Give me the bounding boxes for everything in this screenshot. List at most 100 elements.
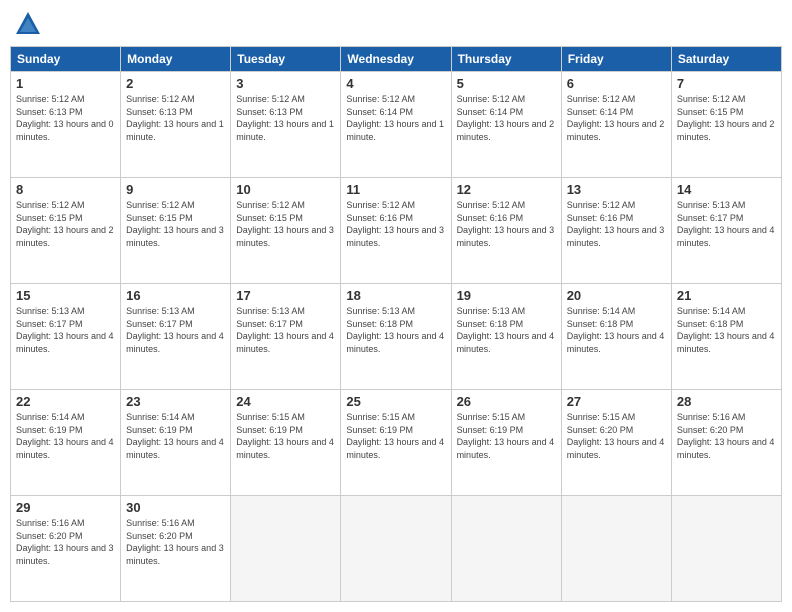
day-cell-5: 5 Sunrise: 5:12 AM Sunset: 6:14 PM Dayli… [451, 72, 561, 178]
day-number: 9 [126, 182, 225, 197]
day-cell-10: 10 Sunrise: 5:12 AM Sunset: 6:15 PM Dayl… [231, 178, 341, 284]
sunset-label: Sunset: 6:17 PM [126, 319, 193, 329]
day-cell-16: 16 Sunrise: 5:13 AM Sunset: 6:17 PM Dayl… [121, 284, 231, 390]
day-cell-8: 8 Sunrise: 5:12 AM Sunset: 6:15 PM Dayli… [11, 178, 121, 284]
daylight-label: Daylight: 13 hours and 4 minutes. [236, 331, 334, 354]
day-number: 24 [236, 394, 335, 409]
day-number: 3 [236, 76, 335, 91]
sunrise-label: Sunrise: 5:12 AM [677, 94, 746, 104]
day-info: Sunrise: 5:12 AM Sunset: 6:16 PM Dayligh… [567, 199, 666, 249]
sunrise-label: Sunrise: 5:12 AM [567, 200, 636, 210]
sunset-label: Sunset: 6:19 PM [126, 425, 193, 435]
sunset-label: Sunset: 6:17 PM [236, 319, 303, 329]
day-number: 19 [457, 288, 556, 303]
sunset-label: Sunset: 6:20 PM [16, 531, 83, 541]
sunrise-label: Sunrise: 5:13 AM [126, 306, 195, 316]
sunrise-label: Sunrise: 5:13 AM [457, 306, 526, 316]
sunrise-label: Sunrise: 5:13 AM [236, 306, 305, 316]
day-info: Sunrise: 5:12 AM Sunset: 6:14 PM Dayligh… [457, 93, 556, 143]
daylight-label: Daylight: 13 hours and 4 minutes. [126, 437, 224, 460]
sunset-label: Sunset: 6:19 PM [346, 425, 413, 435]
sunset-label: Sunset: 6:18 PM [457, 319, 524, 329]
sunrise-label: Sunrise: 5:13 AM [677, 200, 746, 210]
day-info: Sunrise: 5:14 AM Sunset: 6:19 PM Dayligh… [126, 411, 225, 461]
day-number: 5 [457, 76, 556, 91]
sunset-label: Sunset: 6:18 PM [346, 319, 413, 329]
sunrise-label: Sunrise: 5:16 AM [16, 518, 85, 528]
sunrise-label: Sunrise: 5:12 AM [457, 200, 526, 210]
sunrise-label: Sunrise: 5:12 AM [16, 94, 85, 104]
day-cell-27: 27 Sunrise: 5:15 AM Sunset: 6:20 PM Dayl… [561, 390, 671, 496]
day-cell-7: 7 Sunrise: 5:12 AM Sunset: 6:15 PM Dayli… [671, 72, 781, 178]
daylight-label: Daylight: 13 hours and 4 minutes. [457, 437, 555, 460]
day-info: Sunrise: 5:12 AM Sunset: 6:13 PM Dayligh… [16, 93, 115, 143]
sunset-label: Sunset: 6:19 PM [16, 425, 83, 435]
daylight-label: Daylight: 13 hours and 4 minutes. [16, 437, 114, 460]
daylight-label: Daylight: 13 hours and 4 minutes. [236, 437, 334, 460]
day-cell-2: 2 Sunrise: 5:12 AM Sunset: 6:13 PM Dayli… [121, 72, 231, 178]
sunset-label: Sunset: 6:19 PM [236, 425, 303, 435]
header [10, 10, 782, 38]
weekday-header-friday: Friday [561, 47, 671, 72]
day-cell-15: 15 Sunrise: 5:13 AM Sunset: 6:17 PM Dayl… [11, 284, 121, 390]
sunrise-label: Sunrise: 5:12 AM [567, 94, 636, 104]
empty-cell [671, 496, 781, 602]
daylight-label: Daylight: 13 hours and 4 minutes. [677, 331, 775, 354]
day-info: Sunrise: 5:12 AM Sunset: 6:14 PM Dayligh… [567, 93, 666, 143]
daylight-label: Daylight: 13 hours and 3 minutes. [16, 543, 114, 566]
sunset-label: Sunset: 6:15 PM [236, 213, 303, 223]
day-number: 30 [126, 500, 225, 515]
sunrise-label: Sunrise: 5:12 AM [236, 94, 305, 104]
day-info: Sunrise: 5:15 AM Sunset: 6:19 PM Dayligh… [236, 411, 335, 461]
sunset-label: Sunset: 6:20 PM [567, 425, 634, 435]
sunrise-label: Sunrise: 5:13 AM [346, 306, 415, 316]
empty-cell [561, 496, 671, 602]
day-cell-30: 30 Sunrise: 5:16 AM Sunset: 6:20 PM Dayl… [121, 496, 231, 602]
day-info: Sunrise: 5:13 AM Sunset: 6:17 PM Dayligh… [236, 305, 335, 355]
day-cell-14: 14 Sunrise: 5:13 AM Sunset: 6:17 PM Dayl… [671, 178, 781, 284]
sunrise-label: Sunrise: 5:13 AM [16, 306, 85, 316]
weekday-header-sunday: Sunday [11, 47, 121, 72]
empty-cell [451, 496, 561, 602]
day-cell-21: 21 Sunrise: 5:14 AM Sunset: 6:18 PM Dayl… [671, 284, 781, 390]
daylight-label: Daylight: 13 hours and 4 minutes. [567, 437, 665, 460]
daylight-label: Daylight: 13 hours and 2 minutes. [457, 119, 555, 142]
weekday-header-saturday: Saturday [671, 47, 781, 72]
sunset-label: Sunset: 6:20 PM [677, 425, 744, 435]
daylight-label: Daylight: 13 hours and 4 minutes. [677, 225, 775, 248]
sunrise-label: Sunrise: 5:12 AM [126, 200, 195, 210]
day-number: 23 [126, 394, 225, 409]
day-number: 12 [457, 182, 556, 197]
day-info: Sunrise: 5:12 AM Sunset: 6:16 PM Dayligh… [346, 199, 445, 249]
day-info: Sunrise: 5:16 AM Sunset: 6:20 PM Dayligh… [677, 411, 776, 461]
day-info: Sunrise: 5:14 AM Sunset: 6:18 PM Dayligh… [677, 305, 776, 355]
sunrise-label: Sunrise: 5:15 AM [346, 412, 415, 422]
day-number: 7 [677, 76, 776, 91]
day-number: 13 [567, 182, 666, 197]
daylight-label: Daylight: 13 hours and 3 minutes. [126, 543, 224, 566]
daylight-label: Daylight: 13 hours and 3 minutes. [346, 225, 444, 248]
daylight-label: Daylight: 13 hours and 4 minutes. [126, 331, 224, 354]
day-cell-6: 6 Sunrise: 5:12 AM Sunset: 6:14 PM Dayli… [561, 72, 671, 178]
day-number: 27 [567, 394, 666, 409]
day-info: Sunrise: 5:12 AM Sunset: 6:16 PM Dayligh… [457, 199, 556, 249]
sunrise-label: Sunrise: 5:14 AM [567, 306, 636, 316]
sunrise-label: Sunrise: 5:12 AM [457, 94, 526, 104]
sunrise-label: Sunrise: 5:16 AM [677, 412, 746, 422]
sunrise-label: Sunrise: 5:12 AM [16, 200, 85, 210]
sunset-label: Sunset: 6:13 PM [16, 107, 83, 117]
day-number: 1 [16, 76, 115, 91]
sunset-label: Sunset: 6:15 PM [677, 107, 744, 117]
sunrise-label: Sunrise: 5:12 AM [236, 200, 305, 210]
day-info: Sunrise: 5:12 AM Sunset: 6:15 PM Dayligh… [677, 93, 776, 143]
week-row-4: 22 Sunrise: 5:14 AM Sunset: 6:19 PM Dayl… [11, 390, 782, 496]
day-cell-3: 3 Sunrise: 5:12 AM Sunset: 6:13 PM Dayli… [231, 72, 341, 178]
day-number: 20 [567, 288, 666, 303]
day-cell-24: 24 Sunrise: 5:15 AM Sunset: 6:19 PM Dayl… [231, 390, 341, 496]
sunset-label: Sunset: 6:18 PM [677, 319, 744, 329]
day-info: Sunrise: 5:13 AM Sunset: 6:17 PM Dayligh… [677, 199, 776, 249]
day-info: Sunrise: 5:13 AM Sunset: 6:17 PM Dayligh… [16, 305, 115, 355]
week-row-2: 8 Sunrise: 5:12 AM Sunset: 6:15 PM Dayli… [11, 178, 782, 284]
day-number: 4 [346, 76, 445, 91]
sunset-label: Sunset: 6:16 PM [567, 213, 634, 223]
